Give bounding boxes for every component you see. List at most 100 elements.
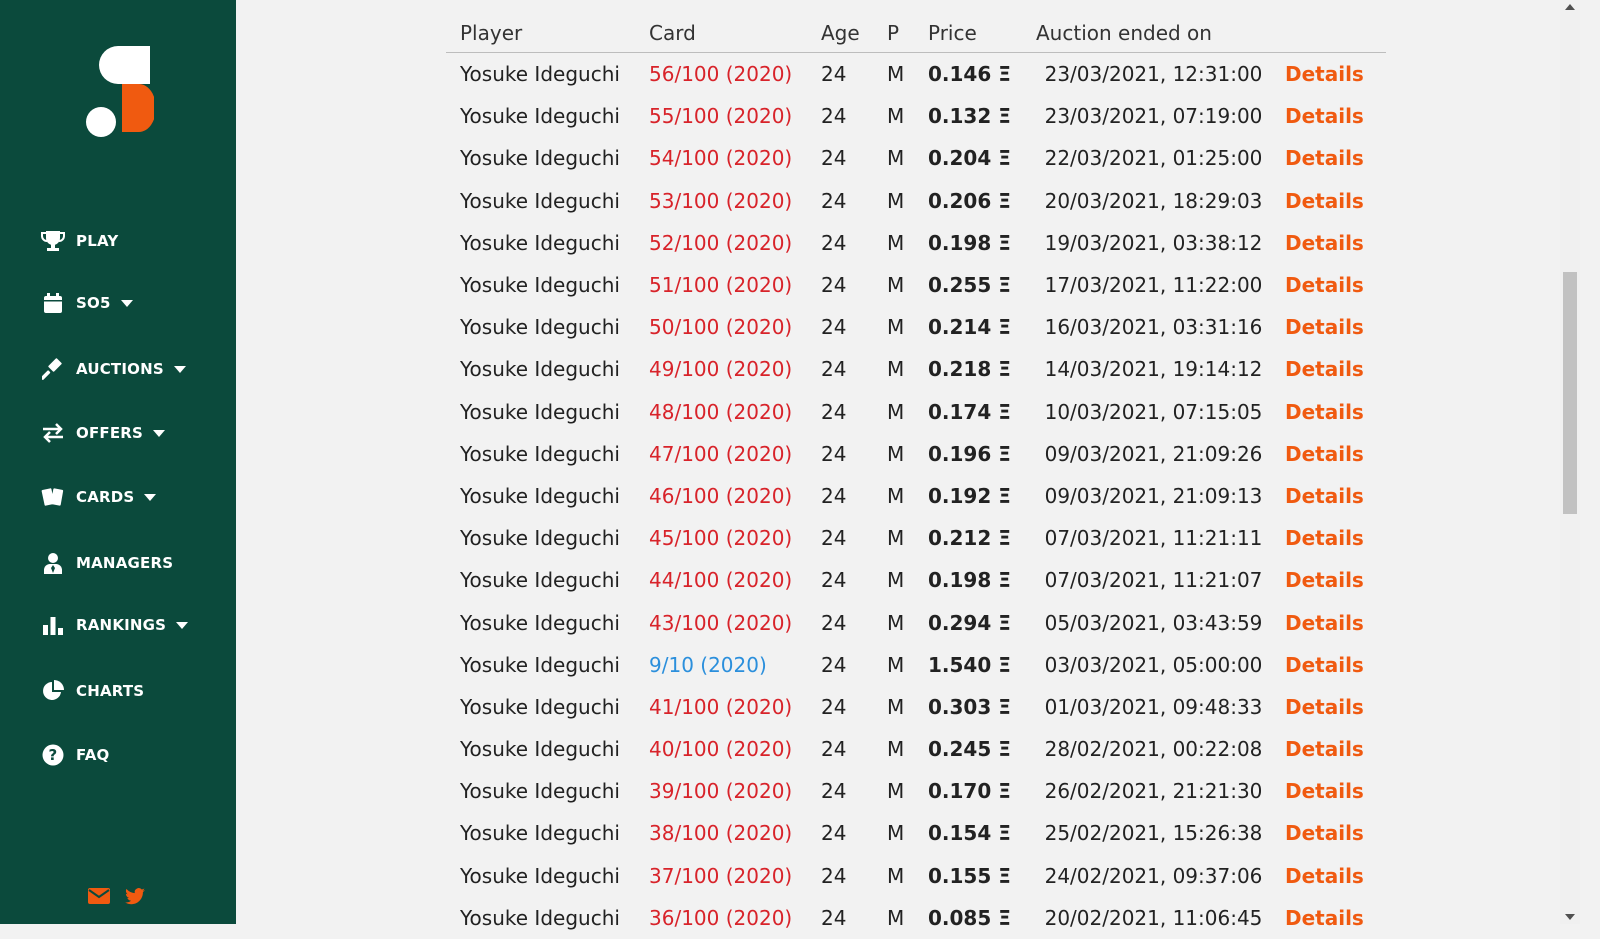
chevron-down-icon[interactable] xyxy=(144,493,157,501)
nav-item-managers[interactable]: MANAGERS xyxy=(40,550,173,576)
cell-card-link[interactable]: 44/100 (2020) xyxy=(635,559,807,601)
details-link[interactable]: Details xyxy=(1271,559,1386,601)
cell-age: 24 xyxy=(821,188,847,213)
details-link[interactable]: Details xyxy=(1271,644,1386,686)
details-link[interactable]: Details xyxy=(1271,348,1386,390)
header-player[interactable]: Player xyxy=(446,14,635,53)
chevron-down-icon[interactable] xyxy=(173,365,186,373)
social-links xyxy=(88,888,146,910)
cell-card-link[interactable]: 48/100 (2020) xyxy=(635,391,807,433)
details-link[interactable]: Details xyxy=(1271,517,1386,559)
scroll-down-icon[interactable] xyxy=(1565,914,1575,920)
chevron-down-icon[interactable] xyxy=(120,299,133,307)
cell-card-link[interactable]: 50/100 (2020) xyxy=(635,306,807,348)
details-link[interactable]: Details xyxy=(1271,53,1386,96)
cell-price: 0.192 Ξ xyxy=(928,483,1011,508)
nav-item-cards[interactable]: CARDS xyxy=(40,484,157,510)
twitter-icon[interactable] xyxy=(124,888,146,910)
cell-age: 24 xyxy=(821,568,847,593)
nav-item-play[interactable]: PLAY xyxy=(40,228,118,254)
mail-icon[interactable] xyxy=(88,888,110,910)
cell-card-link[interactable]: 43/100 (2020) xyxy=(635,601,807,643)
details-link[interactable]: Details xyxy=(1271,264,1386,306)
cell-card-link[interactable]: 9/10 (2020) xyxy=(635,644,807,686)
cell-card-link[interactable]: 37/100 (2020) xyxy=(635,855,807,897)
nav-item-label: OFFERS xyxy=(76,424,144,442)
table-row: Yosuke Ideguchi 44/100 (2020) 24 M 0.198 Ξ 07… xyxy=(446,559,1386,601)
cell-card-link[interactable]: 39/100 (2020) xyxy=(635,770,807,812)
cell-position: M xyxy=(887,188,905,213)
cell-age: 24 xyxy=(821,526,847,551)
cell-card-link[interactable]: 56/100 (2020) xyxy=(635,53,807,96)
cell-card-link[interactable]: 49/100 (2020) xyxy=(635,348,807,390)
header-auction-ended[interactable]: Auction ended on xyxy=(1022,14,1271,53)
cell-card-link[interactable]: 41/100 (2020) xyxy=(635,686,807,728)
chevron-down-icon[interactable] xyxy=(153,429,166,437)
cell-card-link[interactable]: 54/100 (2020) xyxy=(635,137,807,179)
cell-price: 0.170 Ξ xyxy=(928,779,1011,804)
details-link[interactable]: Details xyxy=(1271,391,1386,433)
details-link[interactable]: Details xyxy=(1271,95,1386,137)
details-link[interactable]: Details xyxy=(1271,897,1386,939)
cell-card-link[interactable]: 47/100 (2020) xyxy=(635,433,807,475)
details-link[interactable]: Details xyxy=(1271,601,1386,643)
cell-card-link[interactable]: 36/100 (2020) xyxy=(635,897,807,939)
header-age[interactable]: Age xyxy=(807,14,873,53)
scroll-thumb[interactable] xyxy=(1563,272,1577,514)
nav-item-charts[interactable]: CHARTS xyxy=(40,678,144,704)
cell-position: M xyxy=(887,146,905,171)
table-row: Yosuke Ideguchi 56/100 (2020) 24 M 0.146 Ξ 23… xyxy=(446,53,1386,96)
details-link[interactable]: Details xyxy=(1271,180,1386,222)
cell-player: Yosuke Ideguchi xyxy=(460,568,620,593)
vertical-scrollbar[interactable] xyxy=(1560,0,1580,924)
cell-auction-date: 28/02/2021, 00:22:08 xyxy=(1044,737,1263,762)
table-row: Yosuke Ideguchi 55/100 (2020) 24 M 0.132 Ξ 23… xyxy=(446,95,1386,137)
manager-icon xyxy=(40,550,66,576)
scroll-up-icon[interactable] xyxy=(1565,4,1575,10)
details-link[interactable]: Details xyxy=(1271,222,1386,264)
cell-position: M xyxy=(887,652,905,677)
nav-item-auctions[interactable]: AUCTIONS xyxy=(40,356,186,382)
cell-price: 0.204 Ξ xyxy=(928,146,1011,171)
cell-player: Yosuke Ideguchi xyxy=(460,694,620,719)
nav-item-rankings[interactable]: RANKINGS xyxy=(40,612,189,638)
sorare-logo[interactable] xyxy=(84,44,154,139)
cell-card-link[interactable]: 40/100 (2020) xyxy=(635,728,807,770)
cell-age: 24 xyxy=(821,399,847,424)
details-link[interactable]: Details xyxy=(1271,812,1386,854)
nav-item-so5[interactable]: SO5 xyxy=(40,290,133,316)
header-price[interactable]: Price xyxy=(914,14,1022,53)
details-link[interactable]: Details xyxy=(1271,475,1386,517)
cell-card-link[interactable]: 38/100 (2020) xyxy=(635,812,807,854)
nav-item-label: PLAY xyxy=(76,232,119,250)
cell-player: Yosuke Ideguchi xyxy=(460,821,620,846)
cell-card-link[interactable]: 51/100 (2020) xyxy=(635,264,807,306)
details-link[interactable]: Details xyxy=(1271,686,1386,728)
cell-card-link[interactable]: 53/100 (2020) xyxy=(635,180,807,222)
header-position[interactable]: P xyxy=(873,14,914,53)
details-link[interactable]: Details xyxy=(1271,306,1386,348)
cell-card-link[interactable]: 52/100 (2020) xyxy=(635,222,807,264)
details-link[interactable]: Details xyxy=(1271,137,1386,179)
details-link[interactable]: Details xyxy=(1271,770,1386,812)
cell-age: 24 xyxy=(821,104,847,129)
table-row: Yosuke Ideguchi 47/100 (2020) 24 M 0.196 Ξ 09… xyxy=(446,433,1386,475)
cell-card-link[interactable]: 46/100 (2020) xyxy=(635,475,807,517)
cell-age: 24 xyxy=(821,230,847,255)
chevron-down-icon[interactable] xyxy=(176,621,189,629)
question-icon: ? xyxy=(40,742,66,768)
details-link[interactable]: Details xyxy=(1271,728,1386,770)
table-header-row: Player Card Age P Price Auction ended on xyxy=(446,14,1386,53)
nav-item-offers[interactable]: OFFERS xyxy=(40,420,166,446)
details-link[interactable]: Details xyxy=(1271,855,1386,897)
nav-item-faq[interactable]: ? FAQ xyxy=(40,742,110,768)
cell-card-link[interactable]: 45/100 (2020) xyxy=(635,517,807,559)
details-link[interactable]: Details xyxy=(1271,433,1386,475)
cell-auction-date: 23/03/2021, 07:19:00 xyxy=(1044,104,1263,129)
cell-card-link[interactable]: 55/100 (2020) xyxy=(635,95,807,137)
cell-position: M xyxy=(887,568,905,593)
header-card[interactable]: Card xyxy=(635,14,807,53)
cell-player: Yosuke Ideguchi xyxy=(460,526,620,551)
cell-price: 0.155 Ξ xyxy=(928,863,1011,888)
cell-position: M xyxy=(887,62,905,87)
